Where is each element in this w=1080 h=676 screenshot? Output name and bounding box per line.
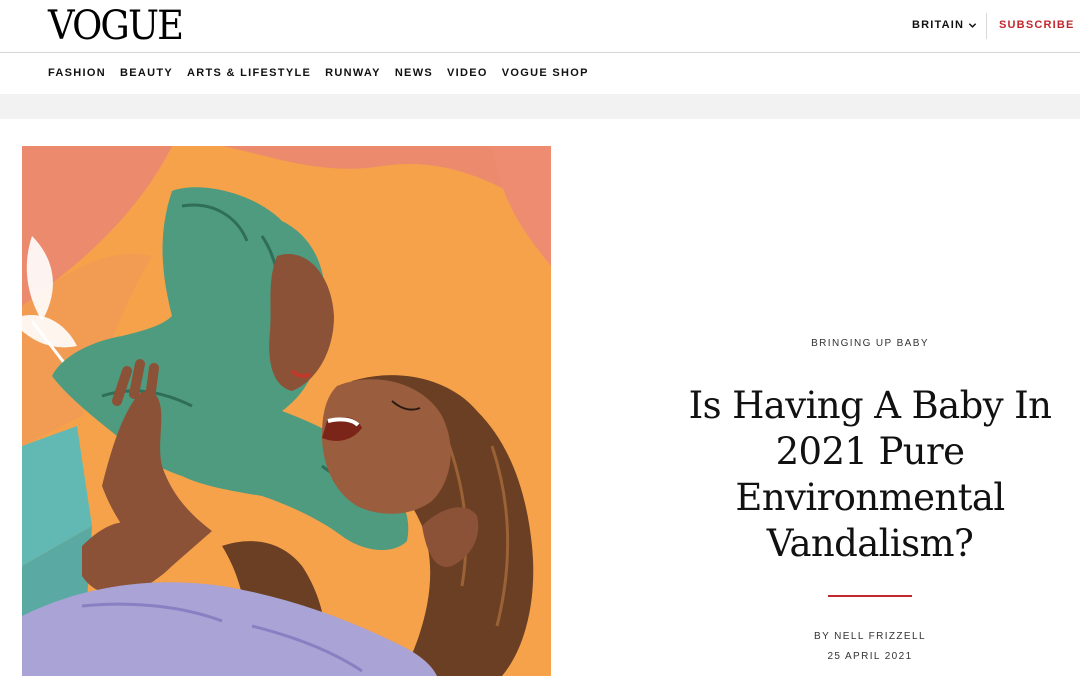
article-headline: Is Having A Baby In 2021 Pure Environmen… [688, 384, 1052, 565]
nav-item-news[interactable]: NEWS [395, 67, 433, 79]
nav-item-arts-lifestyle[interactable]: ARTS & LIFESTYLE [187, 67, 311, 79]
article-byline[interactable]: BY NELL FRIZZELL [660, 631, 1080, 642]
headline-divider [828, 595, 912, 597]
nav-item-runway[interactable]: RUNWAY [325, 67, 381, 79]
mother-baby-illustration [22, 146, 551, 676]
vogue-logo[interactable]: VOGUE [48, 6, 184, 46]
nav-item-beauty[interactable]: BEAUTY [120, 67, 173, 79]
article-header: BRINGING UP BABY Is Having A Baby In 202… [660, 0, 1080, 676]
nav-item-vogue-shop[interactable]: VOGUE SHOP [502, 67, 589, 79]
article-date: 25 APRIL 2021 [827, 651, 913, 662]
hero-illustration [22, 146, 551, 676]
article-category[interactable]: BRINGING UP BABY [660, 338, 1080, 349]
nav-item-video[interactable]: VIDEO [447, 67, 488, 79]
nav-item-fashion[interactable]: FASHION [48, 67, 106, 79]
